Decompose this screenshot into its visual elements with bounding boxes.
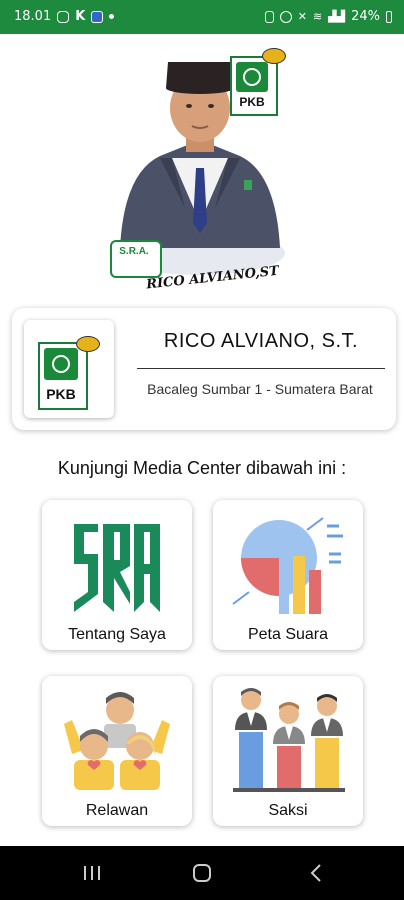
back-icon: [310, 864, 321, 882]
back-button[interactable]: [296, 858, 336, 888]
chart-icon: [232, 517, 343, 614]
menu-card-tentang-saya[interactable]: Tentang Saya: [42, 500, 192, 650]
bee-icon: [76, 336, 100, 352]
recent-apps-button[interactable]: [72, 858, 112, 888]
pkb-globe-icon: [236, 62, 268, 92]
status-time: 18.01: [14, 9, 52, 24]
mute-icon: ✕: [297, 10, 307, 23]
more-notifications-dot-icon: [109, 14, 115, 19]
battery-icon: [386, 10, 392, 23]
bee-icon: [262, 48, 286, 64]
menu-card-saksi[interactable]: Saksi: [213, 676, 363, 826]
volunteers-icon: [64, 692, 170, 790]
android-nav-bar: [0, 846, 404, 900]
profile-logo-box: PKB: [24, 320, 114, 418]
pkb-logo: PKB: [38, 342, 88, 410]
name-divider: [137, 368, 385, 369]
sra-logo-icon: [74, 524, 160, 612]
menu-label-peta-suara: Peta Suara: [247, 626, 329, 643]
section-title: Kunjungi Media Center dibawah ini :: [57, 458, 347, 478]
sra-badge-text: S.R.A.: [119, 246, 149, 257]
lock-icon: [264, 10, 274, 23]
pkb-logo-text: PKB: [46, 386, 76, 402]
signal-icon: ▟▟: [328, 10, 346, 23]
hero-portrait: PKB S.R.A. RICO ALVIANO,ST: [110, 48, 290, 293]
menu-card-peta-suara[interactable]: Peta Suara: [213, 500, 363, 650]
menu-label-relawan: Relawan: [85, 802, 149, 819]
candidate-name: RICO ALVIANO, S.T.: [163, 330, 359, 352]
battery-percent: 24%: [351, 9, 380, 24]
app-notification-icon: [91, 10, 104, 23]
home-icon: [193, 864, 211, 882]
notification-k-icon: K: [75, 9, 86, 24]
status-bar: 18.01 K ✕ ≋ ▟▟ 24%: [0, 0, 404, 34]
pkb-logo-hero: PKB: [230, 56, 278, 116]
profile-card[interactable]: PKB RICO ALVIANO, S.T. Bacaleg Sumbar 1 …: [12, 308, 396, 430]
recent-apps-icon: [84, 866, 100, 880]
candidate-subtitle: Bacaleg Sumbar 1 - Sumatera Barat: [147, 381, 373, 397]
menu-label-tentang-saya: Tentang Saya: [68, 626, 166, 643]
witness-podium-icon: [233, 688, 345, 792]
instagram-icon: [57, 10, 70, 23]
menu-card-relawan[interactable]: Relawan: [42, 676, 192, 826]
alarm-icon: [279, 10, 292, 23]
menu-label-saksi: Saksi: [268, 802, 308, 819]
pkb-globe-icon: [44, 348, 78, 380]
wifi-icon: ≋: [312, 10, 323, 23]
home-button[interactable]: [182, 858, 222, 888]
pkb-logo-text: PKB: [239, 95, 265, 109]
sra-badge: S.R.A.: [110, 240, 162, 278]
